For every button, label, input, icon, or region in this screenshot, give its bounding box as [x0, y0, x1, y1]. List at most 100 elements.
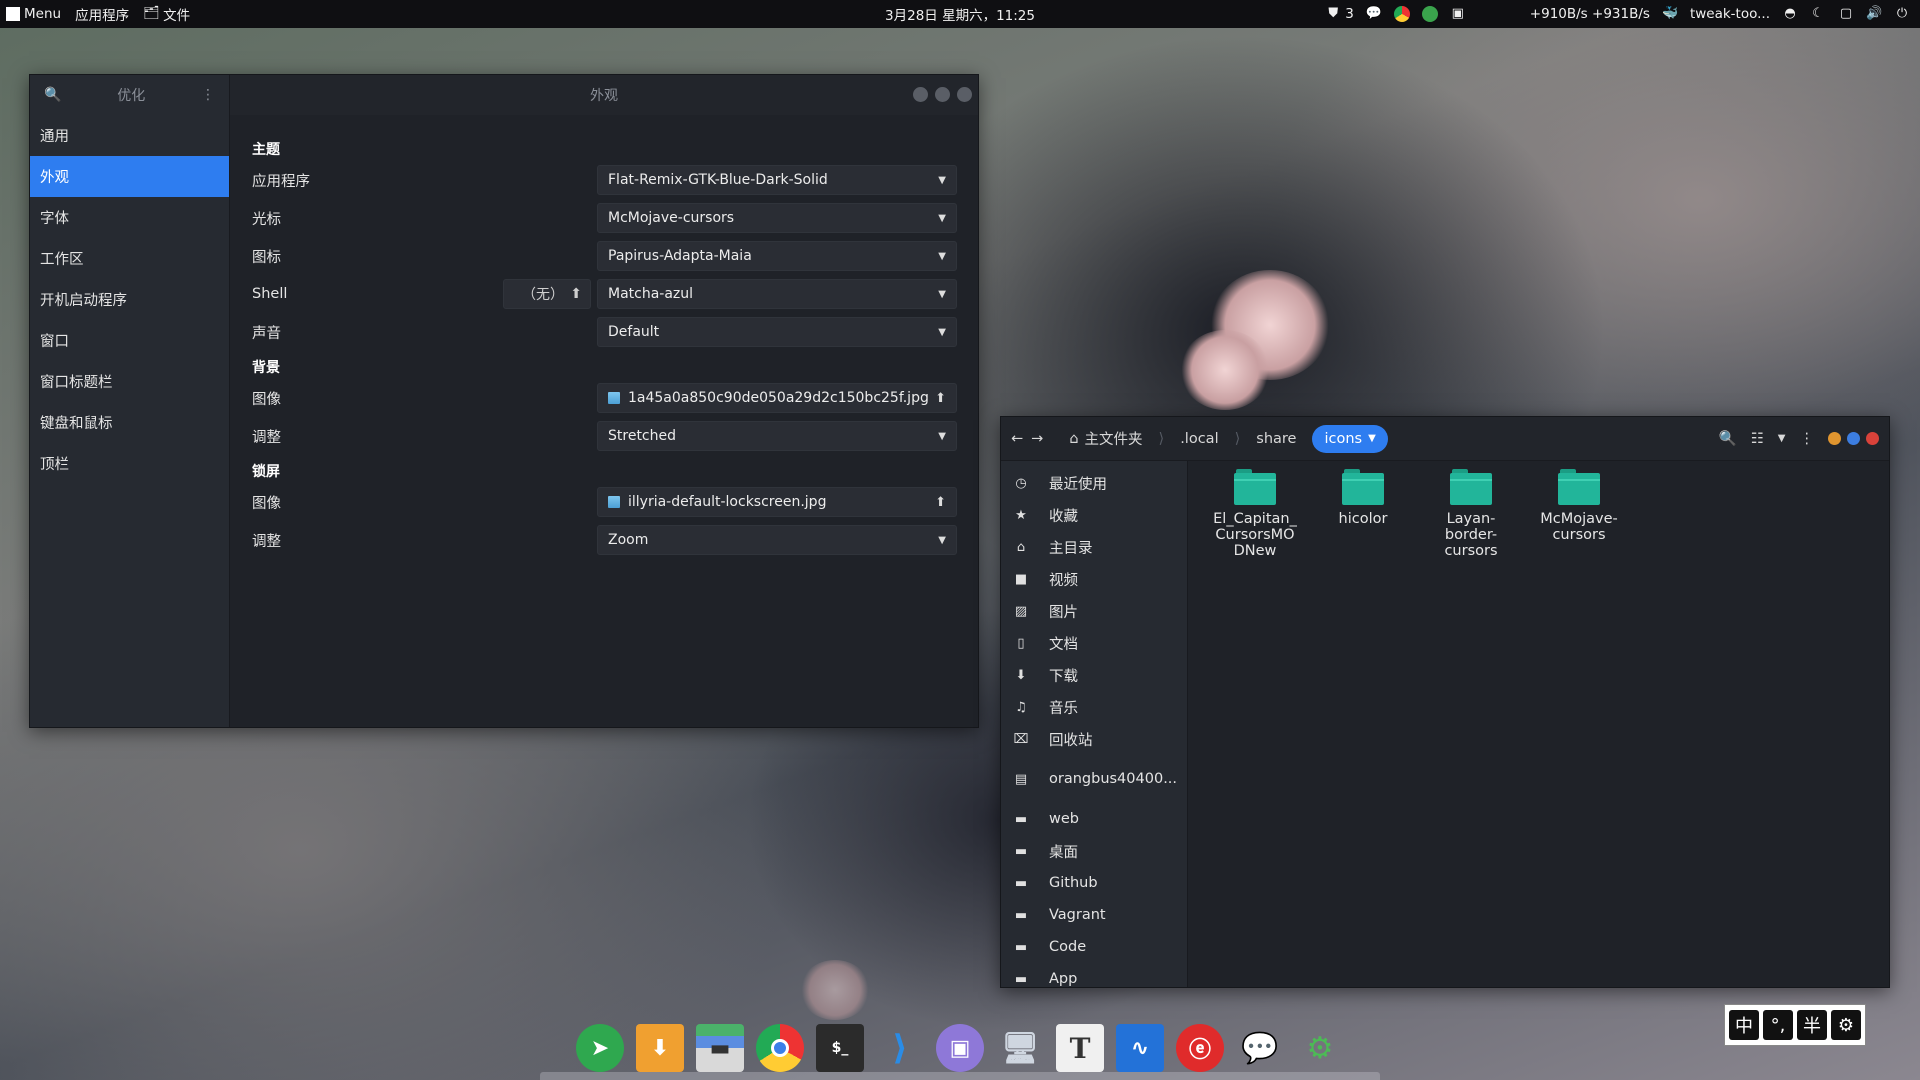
active-app-name[interactable]: tweak-too... — [1690, 6, 1770, 22]
icon-theme-select[interactable]: Papirus-Adapta-Maia ▼ — [597, 241, 957, 271]
power-icon[interactable]: ⏻ — [1894, 6, 1910, 22]
close-button[interactable] — [1866, 432, 1879, 445]
folder-item[interactable]: McMojave- cursors — [1525, 469, 1633, 559]
sound-theme-select[interactable]: Default ▼ — [597, 317, 957, 347]
chrome-icon[interactable] — [756, 1024, 804, 1072]
place-bookmark-github[interactable]: ▬ Github — [1001, 867, 1187, 899]
applications-theme-select[interactable]: Flat-Remix-GTK-Blue-Dark-Solid ▼ — [597, 165, 957, 195]
lockscreen-image-row: 图像 illyria-default-lockscreen.jpg ⬆ — [252, 483, 957, 521]
place-downloads[interactable]: ⬇ 下载 — [1001, 659, 1187, 691]
breadcrumb-local[interactable]: .local — [1172, 425, 1226, 453]
system-monitor-icon[interactable]: ∿ — [1116, 1024, 1164, 1072]
night-light-icon[interactable]: ☾ — [1810, 6, 1826, 22]
files-window: ← → ⌂ 主文件夹 ⟩ .local ⟩ share icons ▼ 🔍 ☷ … — [1000, 416, 1890, 988]
lockscreen-image-chooser[interactable]: illyria-default-lockscreen.jpg ⬆ — [597, 487, 957, 517]
background-image-chooser[interactable]: 1a45a0a850c90de050a29d2c150bc25f.jpg ⬆ — [597, 383, 957, 413]
nav-windows[interactable]: 窗口 — [30, 320, 229, 361]
chevron-down-icon[interactable]: ▼ — [1778, 433, 1786, 444]
image-file-icon — [608, 392, 620, 404]
telegram-tray-icon[interactable] — [1421, 6, 1438, 22]
place-bookmark-code[interactable]: ▬ Code — [1001, 931, 1187, 963]
terminal-icon[interactable]: $_ — [816, 1024, 864, 1072]
place-documents[interactable]: ▯ 文档 — [1001, 627, 1187, 659]
place-pictures[interactable]: ▨ 图片 — [1001, 595, 1187, 627]
view-list-icon[interactable]: ☷ — [1751, 431, 1764, 447]
nav-titlebars[interactable]: 窗口标题栏 — [30, 361, 229, 402]
forward-arrow-icon[interactable]: → — [1031, 431, 1043, 447]
screen-tray-icon[interactable]: ▣ — [1450, 6, 1466, 22]
tweaks-sidebar: 🔍 优化 ⋮ 通用 外观 字体 工作区 开机启动程序 窗口 窗口标题栏 键盘和鼠… — [30, 75, 230, 727]
nav-startup[interactable]: 开机启动程序 — [30, 279, 229, 320]
nav-topbar[interactable]: 顶栏 — [30, 443, 229, 484]
ime-chinese-mode[interactable]: 中 — [1729, 1010, 1759, 1040]
ime-settings-icon[interactable]: ⚙ — [1831, 1010, 1861, 1040]
place-bookmark-vagrant[interactable]: ▬ Vagrant — [1001, 899, 1187, 931]
minimize-button[interactable] — [913, 87, 928, 102]
theme-applications-row: 应用程序 Flat-Remix-GTK-Blue-Dark-Solid ▼ — [252, 161, 957, 199]
place-recent[interactable]: ◷ 最近使用 — [1001, 467, 1187, 499]
nav-general[interactable]: 通用 — [30, 115, 229, 156]
maximize-button[interactable] — [935, 87, 950, 102]
applications-menu[interactable]: 应用程序 — [75, 4, 129, 24]
menu-button[interactable]: Menu — [6, 6, 61, 22]
close-button[interactable] — [957, 87, 972, 102]
cursor-theme-select[interactable]: McMojave-cursors ▼ — [597, 203, 957, 233]
downloader-icon[interactable]: ⬇ — [636, 1024, 684, 1072]
dropdown-arrow-icon: ▼ — [938, 288, 946, 300]
sidebar-title: 优化 — [117, 88, 146, 104]
dropdown-arrow-icon: ▼ — [938, 212, 946, 224]
search-icon[interactable]: 🔍 — [44, 87, 61, 103]
folder-item[interactable]: El_Capitan_ CursorsMO DNew — [1201, 469, 1309, 559]
places-sidebar: ◷ 最近使用 ★ 收藏 ⌂ 主目录 ■ 视频 ▨ 图片 ▯ 文档 ⬇ 下载 ♫ 音乐 ⌧ 回收站 … — [1001, 461, 1188, 987]
breadcrumb-home[interactable]: ⌂ 主文件夹 — [1061, 425, 1150, 453]
files-menu[interactable]: 🗂 文件 — [143, 4, 190, 24]
remote-desktop-icon[interactable]: 🖥 — [996, 1024, 1044, 1072]
kebab-menu-icon[interactable]: ⋮ — [201, 87, 215, 103]
chrome-tray-icon[interactable] — [1393, 6, 1410, 22]
place-starred[interactable]: ★ 收藏 — [1001, 499, 1187, 531]
place-videos[interactable]: ■ 视频 — [1001, 563, 1187, 595]
breadcrumb-icons[interactable]: icons ▼ — [1312, 424, 1388, 453]
docker-tray-icon[interactable]: 🐳 — [1662, 6, 1678, 22]
place-home[interactable]: ⌂ 主目录 — [1001, 531, 1187, 563]
breadcrumb-separator: ⟩ — [1234, 430, 1241, 447]
files-app-icon[interactable]: ▬ — [696, 1024, 744, 1072]
back-arrow-icon[interactable]: ← — [1011, 431, 1023, 447]
volume-icon[interactable]: 🔊 — [1866, 6, 1882, 22]
nav-fonts[interactable]: 字体 — [30, 197, 229, 238]
folder-item[interactable]: Layan- border- cursors — [1417, 469, 1525, 559]
maximize-button[interactable] — [1847, 432, 1860, 445]
nav-appearance[interactable]: 外观 — [30, 156, 229, 197]
breadcrumb-share[interactable]: share — [1248, 425, 1304, 453]
lockscreen-adjust-select[interactable]: Zoom ▼ — [597, 525, 957, 555]
place-bookmark-web[interactable]: ▬ web — [1001, 803, 1187, 835]
place-trash[interactable]: ⌧ 回收站 — [1001, 723, 1187, 755]
place-music[interactable]: ♫ 音乐 — [1001, 691, 1187, 723]
nav-workspaces[interactable]: 工作区 — [30, 238, 229, 279]
place-bookmark-app[interactable]: ▬ App — [1001, 963, 1187, 995]
wechat-icon[interactable]: 💬 — [1236, 1024, 1284, 1072]
place-drive[interactable]: ▤ orangbus40400... — [1001, 763, 1187, 795]
netease-music-icon[interactable]: ⓔ — [1176, 1024, 1224, 1072]
background-adjust-select[interactable]: Stretched ▼ — [597, 421, 957, 451]
wechat-tray-icon[interactable]: 💬 — [1366, 6, 1382, 22]
shell-theme-select[interactable]: Matcha-azul ▼ — [597, 279, 957, 309]
typora-icon[interactable]: T — [1056, 1024, 1104, 1072]
shell-theme-file-button[interactable]: （无） ⬆ — [503, 279, 591, 309]
notification-indicator[interactable]: ⛊ 3 — [1325, 6, 1353, 22]
disk-utility-icon[interactable]: ▣ — [936, 1024, 984, 1072]
nav-keyboard-mouse[interactable]: 键盘和鼠标 — [30, 402, 229, 443]
software-settings-icon[interactable]: ⚙ — [1296, 1024, 1344, 1072]
vscode-icon[interactable]: ⟩ — [876, 1024, 924, 1072]
place-bookmark-desktop[interactable]: ▬ 桌面 — [1001, 835, 1187, 867]
ime-halfwidth-mode[interactable]: 半 — [1797, 1010, 1827, 1040]
folder-item[interactable]: hicolor — [1309, 469, 1417, 559]
search-icon[interactable]: 🔍 — [1719, 430, 1737, 447]
hat-tray-icon[interactable]: ◓ — [1782, 6, 1798, 22]
download-icon: ⬇ — [1015, 667, 1027, 683]
telegram-icon[interactable]: ➤ — [576, 1024, 624, 1072]
window-icon[interactable]: ▢ — [1838, 6, 1854, 22]
kebab-menu-icon[interactable]: ⋮ — [1800, 431, 1815, 447]
minimize-button[interactable] — [1828, 432, 1841, 445]
ime-punctuation-mode[interactable]: °, — [1763, 1010, 1793, 1040]
